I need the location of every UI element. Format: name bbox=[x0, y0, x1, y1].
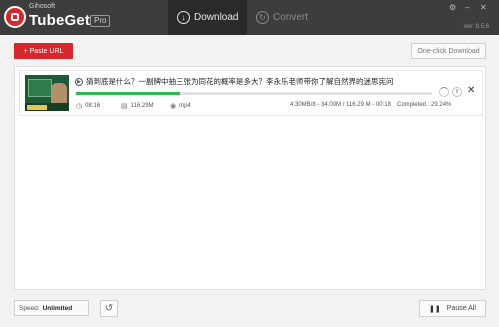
completed-info: Completed : 29.24% bbox=[397, 102, 451, 108]
duration-value: 08:16 bbox=[85, 103, 101, 109]
tab-download-label: Download bbox=[194, 12, 239, 23]
history-icon: ↺ bbox=[104, 303, 114, 314]
history-button[interactable]: ↺ bbox=[100, 300, 118, 317]
speed-value: Unlimited bbox=[42, 304, 73, 312]
film-icon: ◉ bbox=[170, 103, 177, 110]
remove-item-button[interactable]: ✕ bbox=[467, 85, 475, 96]
download-item[interactable]: ▶ 猜到底是什么？一副牌中抽三张为同花的概率是多大？李永乐老师带你了解自然界的迷… bbox=[19, 70, 483, 116]
speed-label: Speed: bbox=[19, 304, 40, 312]
minimize-button[interactable]: – bbox=[465, 3, 469, 12]
transfer-info: 4.30MB/8 - 34.00M / 116.29 M - 00:18 bbox=[290, 102, 391, 108]
format-value: mp4 bbox=[179, 103, 191, 109]
video-thumbnail bbox=[25, 75, 69, 111]
settings-icon[interactable]: ⚙ bbox=[449, 3, 456, 12]
completed-value: Completed : 29.24% bbox=[397, 102, 452, 108]
video-title-text: 猜到底是什么？一副牌中抽三张为同花的概率是多大？李永乐老师带你了解自然界的迷思宪… bbox=[86, 77, 394, 86]
download-progress-fill bbox=[76, 92, 181, 95]
source-site-icon: ▶ bbox=[75, 77, 83, 86]
tab-convert-label: Convert bbox=[273, 12, 309, 23]
app-logo-icon bbox=[4, 6, 26, 28]
edition-badge: Pro bbox=[90, 15, 111, 27]
app-name: TubeGet bbox=[29, 12, 91, 29]
close-button[interactable]: ✕ bbox=[480, 3, 487, 12]
tab-download[interactable]: ↓ Download bbox=[168, 0, 247, 35]
clock-icon: ◷ bbox=[76, 103, 83, 110]
pause-icon: ❚❚ bbox=[429, 305, 441, 313]
duration-info: ◷ 08:16 bbox=[76, 102, 100, 110]
video-title: ▶ 猜到底是什么？一副牌中抽三张为同花的概率是多大？李永乐老师带你了解自然界的迷… bbox=[75, 76, 435, 87]
download-list: ▶ 猜到底是什么？一副牌中抽三张为同花的概率是多大？李永乐老师带你了解自然界的迷… bbox=[14, 66, 486, 290]
download-progress-bar bbox=[76, 92, 432, 95]
one-click-download-button[interactable]: One-click Download bbox=[411, 43, 486, 59]
vendor-name: Gihosoft bbox=[29, 3, 56, 10]
loading-spinner-icon bbox=[439, 87, 449, 97]
tab-convert[interactable]: ↻ Convert bbox=[254, 0, 314, 35]
size-info: ▤ 116.29M bbox=[121, 102, 154, 110]
file-icon: ▤ bbox=[121, 103, 128, 110]
pause-all-label: Pause All bbox=[446, 305, 476, 312]
format-info: ◉ mp4 bbox=[170, 102, 191, 110]
download-icon: ↓ bbox=[177, 11, 190, 24]
transfer-value: 4.30MB/8 - 34.00M / 116.29 M - 00:18 bbox=[290, 102, 391, 108]
convert-icon: ↻ bbox=[256, 11, 269, 24]
paste-url-button[interactable]: + Paste URL bbox=[14, 43, 73, 59]
version-label: Ver: 8.5.6 bbox=[463, 24, 489, 30]
pause-item-button[interactable]: II bbox=[452, 87, 462, 97]
pause-all-button[interactable]: ❚❚ Pause All bbox=[419, 300, 486, 317]
speed-selector[interactable]: Speed: Unlimited bbox=[14, 300, 89, 316]
title-bar: Gihosoft TubeGet Pro ↓ Download ↻ Conver… bbox=[0, 0, 499, 35]
size-value: 116.29M bbox=[130, 103, 154, 109]
